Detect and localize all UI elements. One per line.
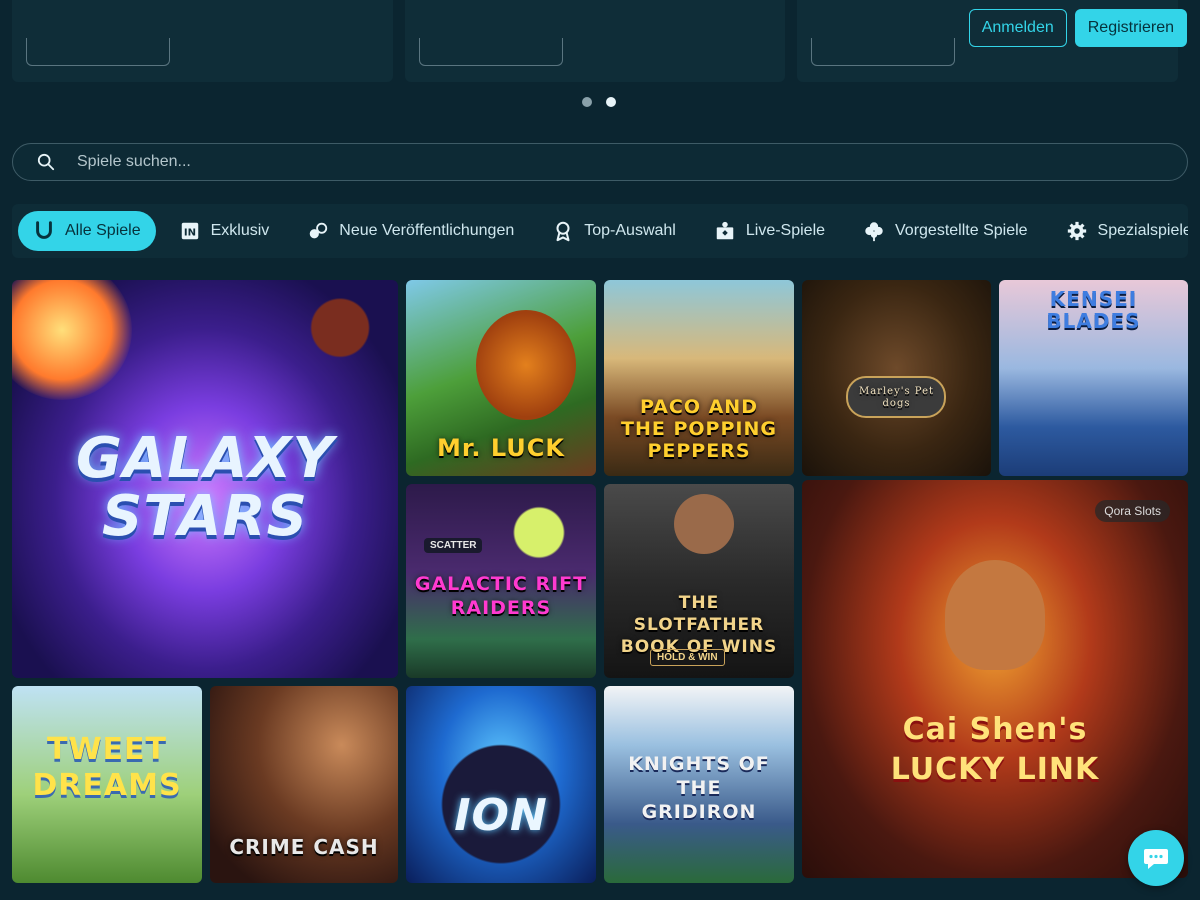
category-tabs: Alle Spiele IN Exklusiv Neue Veröffentli… <box>12 204 1188 258</box>
search-icon <box>37 153 55 171</box>
game-title: Cai Shen's LUCKY LINK <box>890 712 1100 787</box>
exclusive-icon: IN <box>181 222 198 240</box>
tab-label: Exklusiv <box>210 222 270 239</box>
tab-label: Spezialspiele <box>1097 222 1188 239</box>
tab-alle-spiele[interactable]: Alle Spiele <box>18 211 156 251</box>
game-title: PACO AND THE POPPING PEPPERS <box>621 396 777 462</box>
game-title: ION <box>454 790 548 841</box>
game-title: KENSEI BLADES <box>1046 287 1141 333</box>
game-tile-knights-of-the-gridiron[interactable]: KNIGHTS OF THE GRIDIRON <box>604 686 794 883</box>
game-tile-cai-shens-lucky-link[interactable]: Qora Slots Cai Shen's LUCKY LINK <box>802 480 1188 878</box>
carousel-dot-active[interactable] <box>606 97 616 107</box>
game-title: CRIME CASH <box>229 835 379 859</box>
game-tile-marleys-pet-dogs[interactable]: Marley's Pet dogs <box>802 280 991 476</box>
tab-exklusiv[interactable]: IN Exklusiv <box>164 211 285 251</box>
hold-and-win-label: HOLD & WIN <box>650 649 725 666</box>
chat-bubble-icon <box>1144 849 1168 869</box>
scatter-label: SCATTER <box>424 538 483 553</box>
new-releases-icon <box>310 222 328 239</box>
game-tile-tweet-dreams[interactable]: TWEET DREAMS <box>12 686 202 883</box>
character-graphic <box>945 560 1045 670</box>
live-dealer-icon <box>716 221 734 240</box>
game-tile-mr-luck[interactable]: Mr. LUCK <box>406 280 596 476</box>
promo-button[interactable] <box>811 38 956 66</box>
tab-vorgestellte-spiele[interactable]: Vorgestellte Spiele <box>848 211 1043 251</box>
chat-button[interactable] <box>1128 830 1184 886</box>
game-tile-crime-cash[interactable]: CRIME CASH <box>210 686 398 883</box>
game-title: Mr. LUCK <box>437 434 565 462</box>
register-button[interactable]: Registrieren <box>1074 9 1187 47</box>
game-title: GALACTIC RIFT RAIDERS <box>414 573 588 619</box>
tab-neue-veroeffentlichungen[interactable]: Neue Veröffentlichungen <box>292 211 529 251</box>
search-bar[interactable] <box>12 143 1188 181</box>
character-graphic <box>674 494 734 554</box>
tab-top-auswahl[interactable]: Top-Auswahl <box>537 211 691 251</box>
search-input[interactable] <box>77 153 1187 171</box>
tab-label: Neue Veröffentlichungen <box>339 222 515 239</box>
game-title: GALAXY STARS <box>75 426 335 549</box>
tab-label: Top-Auswahl <box>584 222 676 239</box>
tab-label: Live-Spiele <box>745 222 826 239</box>
sun-graphic <box>12 280 132 400</box>
game-tile-galaxy-stars[interactable]: GALAXY STARS <box>12 280 398 678</box>
auth-buttons: Anmelden Registrieren <box>968 9 1187 47</box>
tab-label: Vorgestellte Spiele <box>895 222 1028 239</box>
carousel-dots <box>582 97 616 107</box>
game-tile-paco[interactable]: PACO AND THE POPPING PEPPERS <box>604 280 794 476</box>
promo-button[interactable] <box>26 38 170 66</box>
game-grid: GALAXY STARS Mr. LUCK PACO AND THE POPPI… <box>12 280 1188 883</box>
tab-label: Alle Spiele <box>65 222 141 239</box>
award-icon <box>556 221 570 242</box>
login-button[interactable]: Anmelden <box>968 9 1067 47</box>
tab-live-spiele[interactable]: Live-Spiele <box>699 211 840 251</box>
character-graphic <box>476 310 576 420</box>
gear-icon <box>1067 221 1086 241</box>
promo-card[interactable] <box>12 0 393 82</box>
promo-button[interactable] <box>418 38 563 66</box>
provider-badge: Qora Slots <box>1095 500 1170 522</box>
clover-icon <box>865 222 883 242</box>
game-tile-galactic-rift-raiders[interactable]: SCATTER GALACTIC RIFT RAIDERS <box>406 484 596 678</box>
game-title: Marley's Pet dogs <box>858 386 935 409</box>
game-tile-slotfather[interactable]: THE SLOTFATHER BOOK OF WINS HOLD & WIN <box>604 484 794 678</box>
header: Anmelden Registrieren <box>0 0 1200 82</box>
svg-text:IN: IN <box>184 228 196 239</box>
carousel-dot[interactable] <box>582 97 592 107</box>
game-title: KNIGHTS OF THE GRIDIRON <box>628 753 770 823</box>
tab-spezialspiele[interactable]: Spezialspiele <box>1051 211 1188 251</box>
game-tile-kensei-blades[interactable]: KENSEI BLADES <box>999 280 1188 476</box>
horseshoe-icon <box>36 221 52 239</box>
promo-card[interactable] <box>404 0 786 82</box>
game-tile-ion[interactable]: ION <box>406 686 596 883</box>
game-title: TWEET DREAMS <box>32 732 182 803</box>
